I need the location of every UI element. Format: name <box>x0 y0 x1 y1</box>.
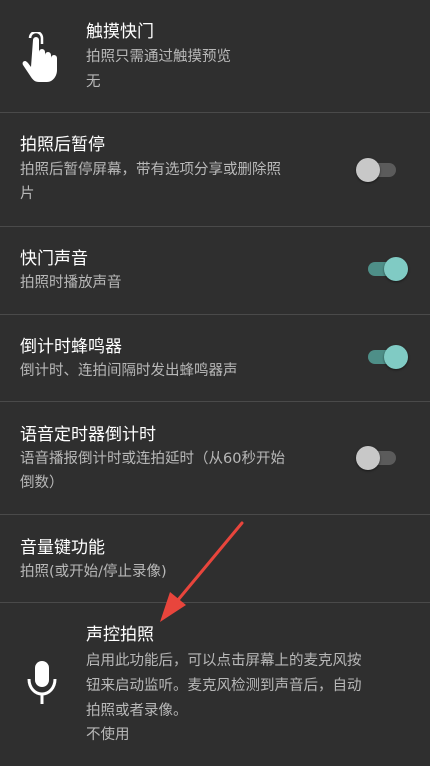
annotation-arrow <box>160 521 244 622</box>
